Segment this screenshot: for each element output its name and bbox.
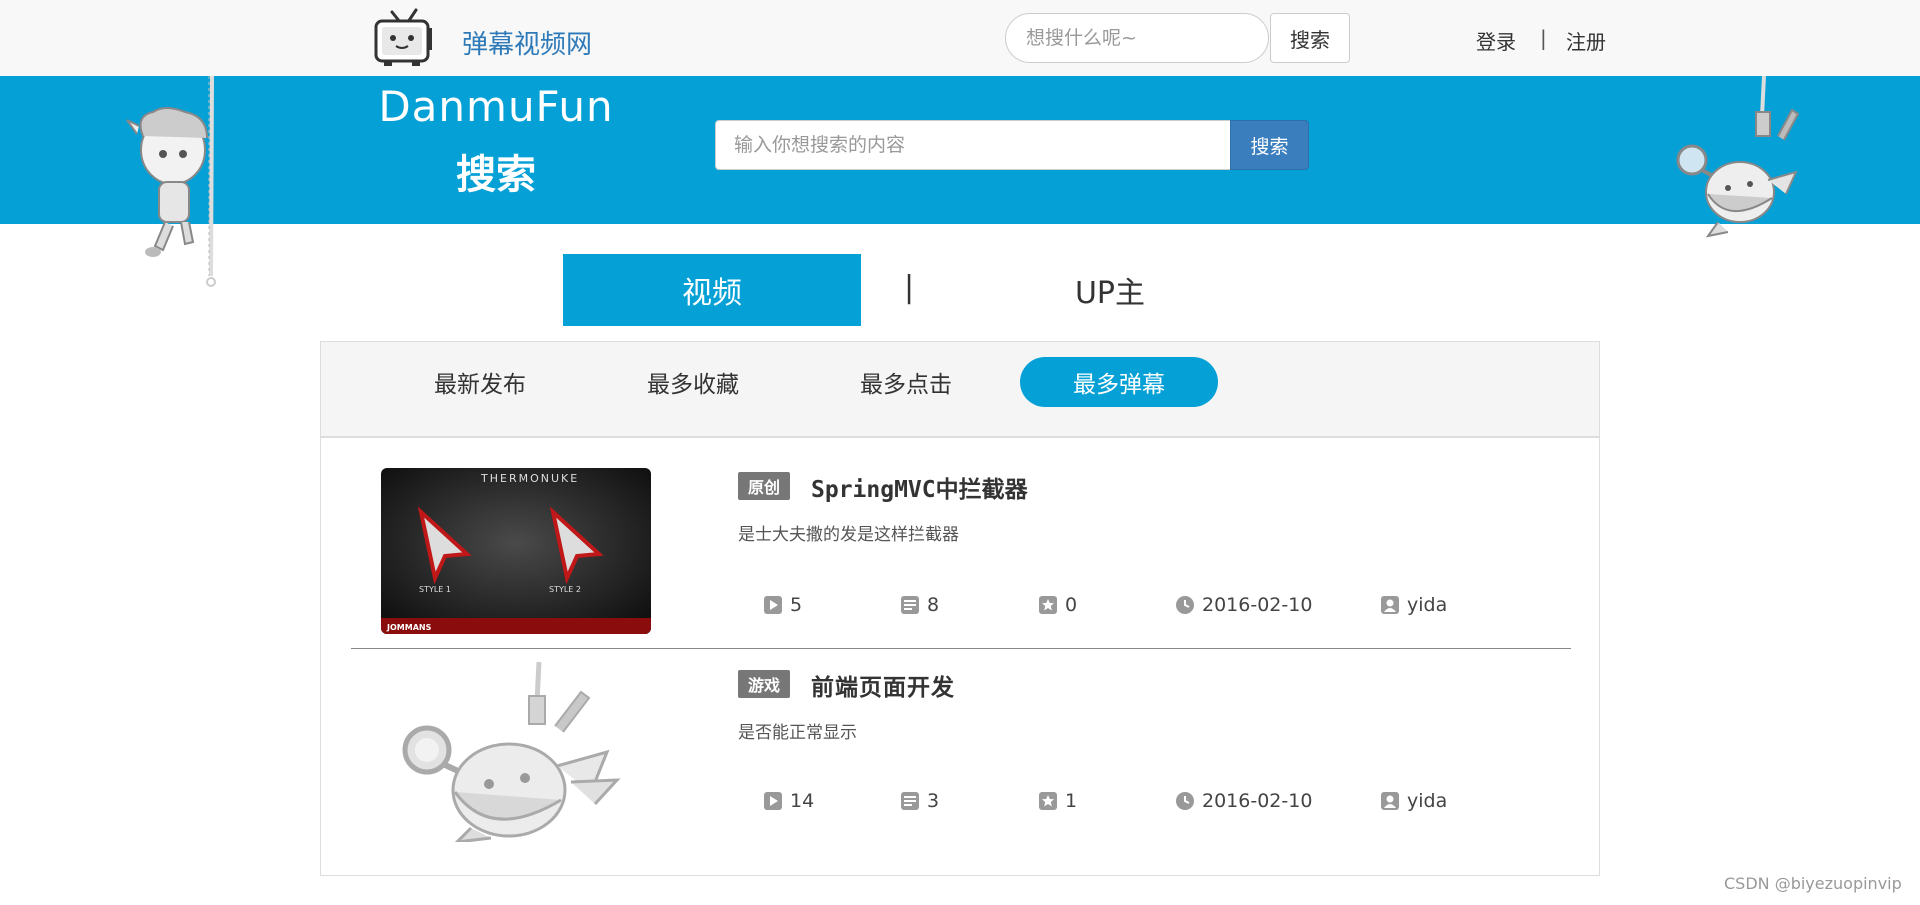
video-list-item: 游戏 前端页面开发 是否能正常显示 14 3 1 2016-02-10 yida — [351, 662, 1571, 852]
danmu-count: 8 — [901, 594, 939, 616]
video-title[interactable]: SpringMVC中拦截器 — [811, 470, 1028, 504]
main-search-button[interactable]: 搜索 — [1230, 120, 1309, 170]
main-search-input[interactable] — [715, 120, 1231, 170]
danmu-icon — [901, 596, 919, 614]
play-count-value: 14 — [790, 790, 815, 812]
sort-tab-most-clicked[interactable]: 最多点击 — [807, 357, 1005, 407]
star-icon — [1039, 792, 1057, 810]
clock-icon — [1176, 792, 1194, 810]
user-icon — [1381, 792, 1399, 810]
rope-mascot-left-icon — [126, 76, 216, 287]
video-list-item: THERMONUKE STYLE 1 STYLE 2 JOMMANS 原创 Sp… — [351, 468, 1571, 649]
sort-bar: 最新发布 最多收藏 最多点击 最多弹幕 — [321, 342, 1599, 438]
danmu-count-value: 8 — [927, 594, 940, 616]
favorite-count: 0 — [1039, 594, 1077, 616]
star-icon — [1039, 596, 1057, 614]
video-description: 是否能正常显示 — [738, 723, 857, 743]
publish-date: 2016-02-10 — [1176, 594, 1312, 616]
results-panel: 最新发布 最多收藏 最多点击 最多弹幕 THERMONUKE STYLE 1 S — [320, 341, 1600, 876]
play-count-value: 5 — [790, 594, 803, 616]
clock-icon — [1176, 596, 1194, 614]
watermark: CSDN @biyezuopinvip — [1724, 874, 1902, 893]
thumbnail-title-text: THERMONUKE — [480, 472, 579, 485]
play-icon — [764, 792, 782, 810]
top-search-input[interactable] — [1005, 13, 1269, 63]
category-separator: | — [904, 270, 915, 305]
tab-video[interactable]: 视频 — [563, 254, 861, 326]
danmu-count-value: 3 — [927, 790, 940, 812]
brand-logo-text: DanmuFun — [378, 82, 614, 131]
author-name[interactable]: yida — [1407, 790, 1447, 812]
tab-up-master[interactable]: UP主 — [960, 254, 1260, 326]
top-search-button[interactable]: 搜索 — [1270, 13, 1350, 63]
sort-tab-most-danmu[interactable]: 最多弹幕 — [1020, 357, 1218, 407]
login-link[interactable]: 登录 — [1476, 26, 1516, 55]
video-title[interactable]: 前端页面开发 — [811, 668, 955, 702]
thumbnail-brand-text: JOMMANS — [386, 623, 432, 632]
video-thumbnail[interactable]: THERMONUKE STYLE 1 STYLE 2 JOMMANS — [381, 468, 651, 634]
default-thumbnail-mascot-icon[interactable] — [391, 662, 631, 842]
register-link[interactable]: 注册 — [1566, 26, 1606, 55]
thumbnail-style1-text: STYLE 1 — [419, 585, 451, 594]
favorite-count: 1 — [1039, 790, 1077, 812]
video-tag: 游戏 — [738, 670, 790, 698]
tv-logo-icon[interactable] — [372, 8, 434, 68]
play-icon — [764, 596, 782, 614]
favorite-count-value: 0 — [1065, 594, 1078, 616]
publish-date-value: 2016-02-10 — [1202, 594, 1313, 616]
author[interactable]: yida — [1381, 790, 1447, 812]
favorite-count-value: 1 — [1065, 790, 1078, 812]
danmu-icon — [901, 792, 919, 810]
hanging-mascot-right-icon — [1676, 76, 1800, 238]
thumbnail-style2-text: STYLE 2 — [549, 585, 581, 594]
sort-tab-most-favorited[interactable]: 最多收藏 — [594, 357, 792, 407]
header-separator: | — [1540, 26, 1547, 50]
video-tag: 原创 — [738, 472, 790, 500]
site-name[interactable]: 弹幕视频网 — [462, 24, 592, 61]
publish-date: 2016-02-10 — [1176, 790, 1312, 812]
author-name[interactable]: yida — [1407, 594, 1447, 616]
publish-date-value: 2016-02-10 — [1202, 790, 1313, 812]
sort-tab-newest[interactable]: 最新发布 — [381, 357, 579, 407]
danmu-count: 3 — [901, 790, 939, 812]
user-icon — [1381, 596, 1399, 614]
author[interactable]: yida — [1381, 594, 1447, 616]
play-count: 5 — [764, 594, 802, 616]
brand-search-title: 搜索 — [456, 152, 536, 198]
top-bar: 弹幕视频网 搜索 登录 | 注册 — [0, 0, 1920, 76]
video-description: 是士大夫撒的发是这样拦截器 — [738, 525, 959, 545]
play-count: 14 — [764, 790, 814, 812]
